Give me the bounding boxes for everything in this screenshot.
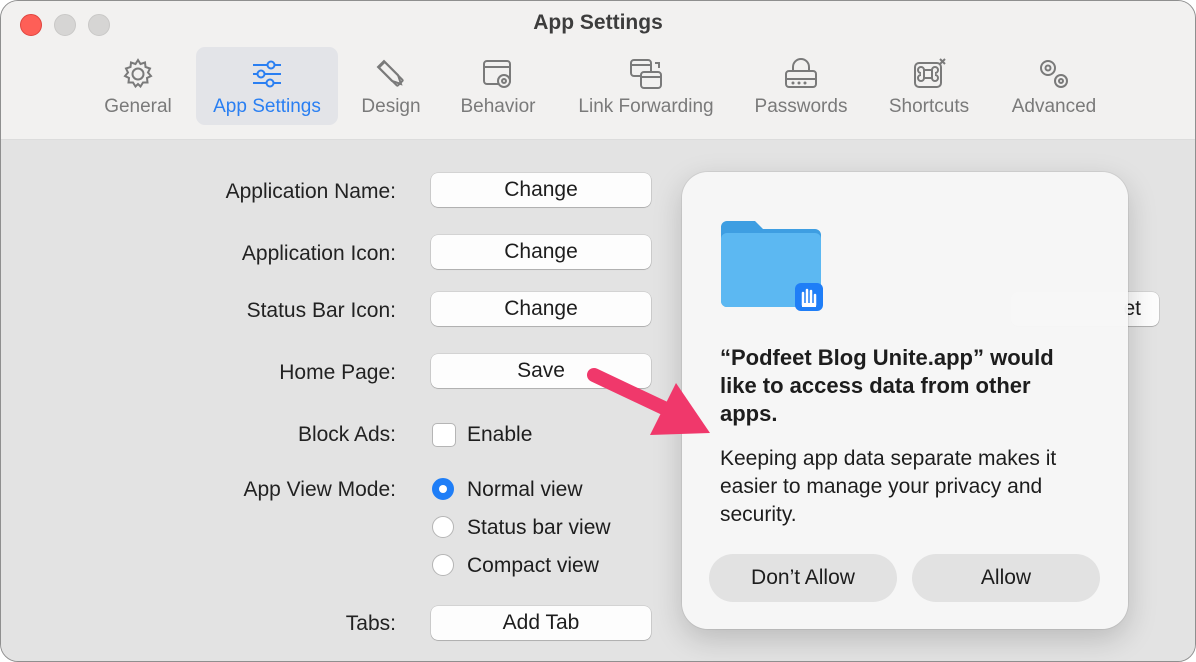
command-key-icon — [914, 58, 946, 88]
tab-design[interactable]: Design — [353, 47, 429, 125]
tab-general-label: General — [104, 96, 172, 117]
tab-design-label: Design — [361, 96, 421, 117]
tab-passwords-label: Passwords — [754, 96, 848, 117]
app-view-mode-label: App View Mode: — [243, 478, 396, 501]
compact-view-radio[interactable] — [432, 554, 454, 576]
gear-icon — [123, 58, 153, 89]
permission-dialog: “Podfeet Blog Unite.app” would like to a… — [682, 172, 1128, 629]
hand-icon — [795, 283, 823, 311]
home-page-label: Home Page: — [279, 361, 396, 384]
folder-icon — [721, 221, 823, 311]
tab-shortcuts[interactable]: Shortcuts — [879, 47, 979, 125]
change-status-icon-button[interactable]: Change — [431, 292, 651, 326]
block-ads-checkbox[interactable] — [432, 423, 456, 447]
allow-button[interactable]: Allow — [912, 554, 1100, 602]
tab-app-settings-label: App Settings — [213, 96, 321, 117]
status-bar-icon-label: Status Bar Icon: — [246, 299, 396, 322]
tab-advanced-label: Advanced — [1011, 96, 1097, 117]
tab-link-forwarding[interactable]: Link Forwarding — [567, 47, 725, 125]
application-icon-label: Application Icon: — [241, 242, 396, 265]
tab-general[interactable]: General — [99, 47, 177, 125]
window-title: App Settings — [533, 11, 663, 34]
tab-app-settings[interactable]: App Settings — [196, 47, 338, 125]
design-tools-icon — [376, 59, 404, 87]
password-lock-icon — [785, 58, 817, 88]
tab-link-forwarding-label: Link Forwarding — [578, 96, 714, 117]
titlebar-toolbar: App Settings General App Settings Design… — [1, 1, 1195, 140]
app-window: App Settings General App Settings Design… — [0, 0, 1196, 662]
tab-behavior-label: Behavior — [460, 96, 536, 117]
dialog-message: Keeping app data separate makes it easie… — [720, 447, 1057, 526]
block-ads-label: Block Ads: — [297, 423, 396, 446]
tab-shortcuts-label: Shortcuts — [888, 96, 970, 117]
window-gear-icon — [483, 60, 511, 88]
tab-passwords[interactable]: Passwords — [749, 47, 853, 125]
add-tab-button[interactable]: Add Tab — [431, 606, 651, 640]
link-forwarding-icon — [630, 59, 662, 89]
gears-icon — [1040, 60, 1068, 88]
sliders-icon — [253, 60, 281, 88]
change-name-button[interactable]: Change — [431, 173, 651, 207]
normal-view-radio[interactable] — [432, 478, 454, 500]
status-bar-view-radio[interactable] — [432, 516, 454, 538]
tab-advanced[interactable]: Advanced — [1003, 47, 1105, 125]
dont-allow-button[interactable]: Don’t Allow — [709, 554, 897, 602]
status-bar-view-label: Status bar view — [467, 516, 611, 539]
block-ads-option-label: Enable — [467, 423, 533, 446]
dialog-title: “Podfeet Blog Unite.app” would like to a… — [720, 345, 1054, 426]
change-icon-button[interactable]: Change — [431, 235, 651, 269]
normal-view-label: Normal view — [467, 478, 583, 501]
tabs-label: Tabs: — [345, 612, 396, 635]
compact-view-label: Compact view — [467, 554, 599, 577]
application-name-label: Application Name: — [225, 180, 396, 203]
tab-behavior[interactable]: Behavior — [453, 47, 543, 125]
annotation-arrow-icon — [587, 368, 710, 435]
